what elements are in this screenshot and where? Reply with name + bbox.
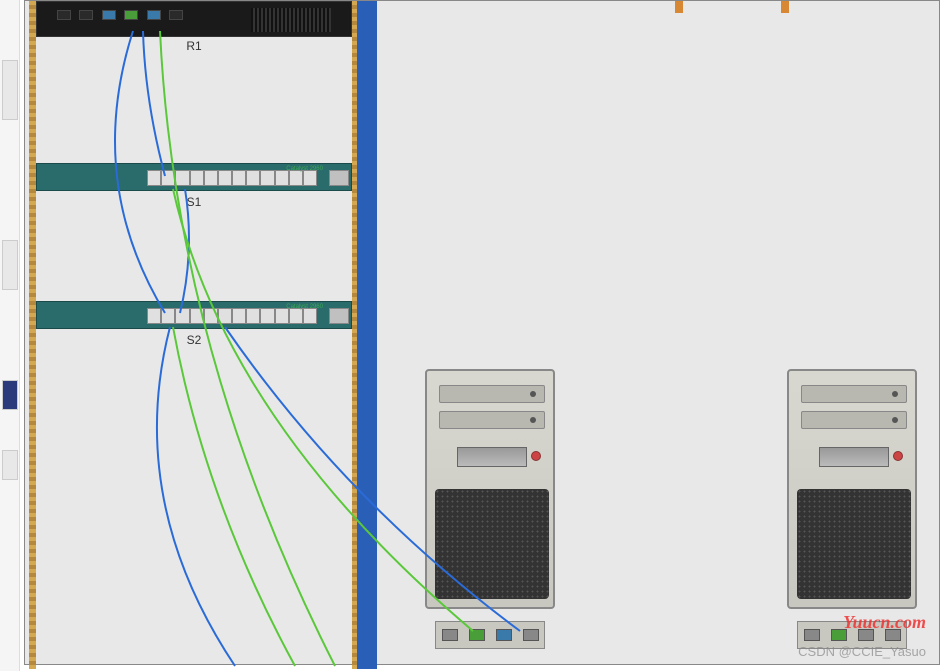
watermark-site: Yuucn.com	[843, 612, 926, 633]
pc-front-panel	[457, 447, 527, 467]
rack-post	[357, 1, 377, 669]
pc-mesh	[797, 489, 911, 599]
switch-model: Catalyst 2960	[286, 304, 323, 310]
switch-port-block[interactable]	[147, 308, 317, 324]
router-port[interactable]	[79, 10, 93, 20]
pc-port[interactable]	[804, 629, 820, 641]
pc-1[interactable]	[425, 369, 555, 649]
switch-model: Catalyst 2960	[286, 166, 323, 172]
pc-rear-ports	[435, 621, 545, 649]
router-r1[interactable]	[36, 1, 352, 37]
switch-uplink[interactable]	[329, 308, 349, 324]
pc-front-panel	[819, 447, 889, 467]
pc-bay	[801, 411, 907, 429]
pc-optical-drive[interactable]	[439, 385, 545, 403]
router-port-eth[interactable]	[102, 10, 116, 20]
marker-2	[781, 1, 789, 13]
pc-port-eth[interactable]	[496, 629, 512, 641]
pc-port[interactable]	[442, 629, 458, 641]
equipment-rack: R1 Catalyst 2960 S1 Catalyst 2960 S2	[29, 1, 359, 669]
rack-rail-left	[29, 1, 36, 669]
router-port[interactable]	[57, 10, 71, 20]
pc-port[interactable]	[523, 629, 539, 641]
router-label: R1	[186, 39, 201, 53]
pc-power-button[interactable]	[531, 451, 541, 461]
switch-uplink[interactable]	[329, 170, 349, 186]
pc-optical-drive[interactable]	[801, 385, 907, 403]
switch-port-block[interactable]	[147, 170, 317, 186]
switch-s1[interactable]: Catalyst 2960	[36, 163, 352, 191]
pc-port-console[interactable]	[469, 629, 485, 641]
switch1-label: S1	[187, 195, 202, 209]
pc-case	[425, 369, 555, 609]
sidebar-thumb-3[interactable]	[2, 380, 18, 410]
sidebar-thumb-4[interactable]	[2, 450, 18, 480]
router-port-console[interactable]	[124, 10, 138, 20]
pc-2[interactable]	[787, 369, 917, 649]
pc-bay	[439, 411, 545, 429]
pc-mesh	[435, 489, 549, 599]
router-vents	[251, 8, 331, 32]
router-port-eth[interactable]	[147, 10, 161, 20]
router-port[interactable]	[169, 10, 183, 20]
switch2-label: S2	[187, 333, 202, 347]
switch-s2[interactable]: Catalyst 2960	[36, 301, 352, 329]
pc-case	[787, 369, 917, 609]
topology-canvas[interactable]: R1 Catalyst 2960 S1 Catalyst 2960 S2	[24, 0, 940, 665]
sidebar-thumb-2[interactable]	[2, 240, 18, 290]
marker-1	[675, 1, 683, 13]
left-sidebar	[0, 0, 20, 671]
pc-power-button[interactable]	[893, 451, 903, 461]
watermark-author: CSDN @CCIE_Yasuo	[798, 644, 926, 659]
sidebar-thumb-1[interactable]	[2, 60, 18, 120]
